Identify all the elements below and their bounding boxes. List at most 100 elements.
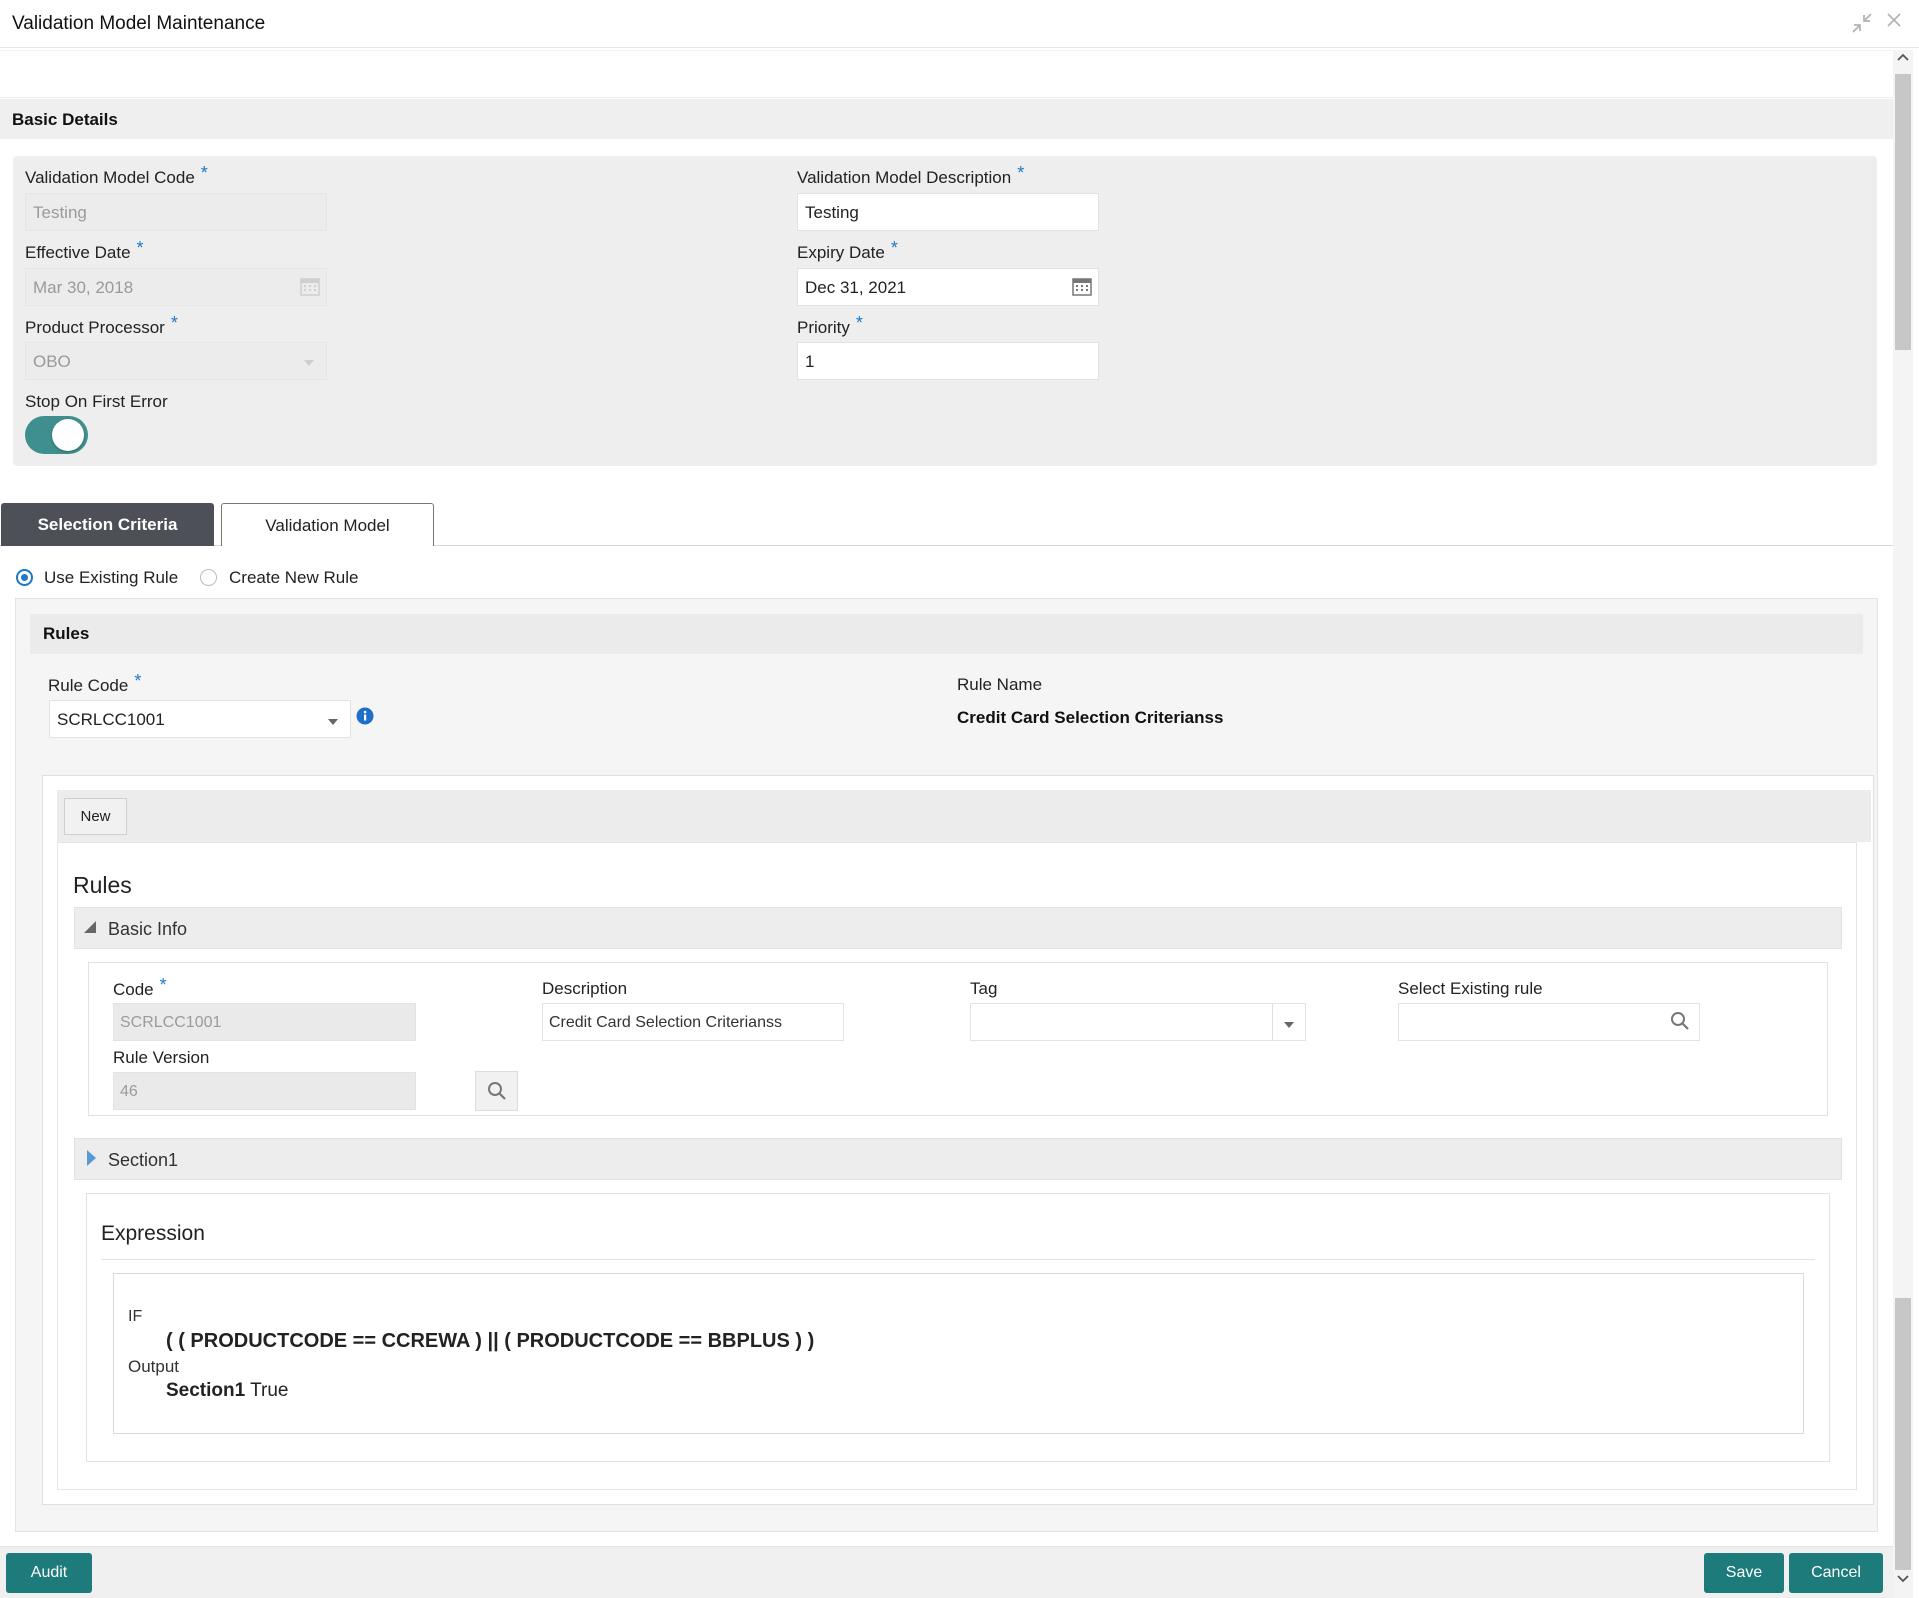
create-new-rule-radio[interactable] xyxy=(200,569,217,586)
basic-details-header xyxy=(0,99,1893,139)
priority-value: 1 xyxy=(805,352,815,371)
product-processor-select: OBO xyxy=(25,342,327,380)
new-toolbar xyxy=(57,790,1871,842)
audit-button[interactable]: Audit xyxy=(6,1553,92,1593)
window-title: Validation Model Maintenance xyxy=(12,13,266,34)
tab-validation-model[interactable]: Validation Model xyxy=(221,503,434,546)
expression-condition: ( ( PRODUCTCODE == CCREWA ) || ( PRODUCT… xyxy=(166,1330,815,1352)
description-value: Credit Card Selection Criterianss xyxy=(549,1014,782,1031)
effective-date-label: Effective Date * xyxy=(25,238,144,263)
stop-on-first-error-label: Stop On First Error xyxy=(25,392,168,411)
expression-output: Section1 True xyxy=(166,1380,289,1402)
rules-card-title: Rules xyxy=(73,872,132,898)
priority-label: Priority * xyxy=(797,313,863,338)
code-label-text: Code xyxy=(113,980,154,999)
create-new-rule-label[interactable]: Create New Rule xyxy=(229,568,358,588)
effective-date-label-text: Effective Date xyxy=(25,243,131,262)
effective-date-field: Mar 30, 2018 xyxy=(25,268,327,306)
required-mark: * xyxy=(136,238,144,258)
rule-version-search-button[interactable] xyxy=(475,1071,518,1111)
expression-output-value: True xyxy=(250,1380,289,1401)
tag-label: Tag xyxy=(970,979,998,998)
rule-code-label: Rule Code * xyxy=(48,671,141,696)
section1-accordion[interactable] xyxy=(74,1138,1842,1180)
expiry-date-value: Dec 31, 2021 xyxy=(805,278,907,297)
required-mark: * xyxy=(134,671,142,691)
required-mark: * xyxy=(200,163,208,183)
description-input[interactable]: Credit Card Selection Criterianss xyxy=(542,1003,844,1041)
product-processor-label-text: Product Processor xyxy=(25,318,165,337)
rule-version-field: 46 xyxy=(113,1072,416,1110)
close-icon[interactable] xyxy=(1884,10,1906,32)
save-button[interactable]: Save xyxy=(1704,1553,1784,1593)
validation-model-code-label: Validation Model Code * xyxy=(25,163,208,188)
priority-input[interactable]: 1 xyxy=(797,342,1099,380)
code-field: SCRLCC1001 xyxy=(113,1003,416,1041)
info-icon[interactable] xyxy=(356,707,374,730)
select-existing-rule-input[interactable] xyxy=(1398,1003,1700,1041)
rule-code-select[interactable]: SCRLCC1001 xyxy=(49,700,351,738)
required-mark: * xyxy=(890,238,898,258)
search-icon[interactable] xyxy=(1670,1011,1690,1036)
top-strip xyxy=(0,50,1893,98)
scrollbar-thumb[interactable] xyxy=(1895,74,1911,350)
footer-bar xyxy=(0,1546,1893,1598)
priority-label-text: Priority xyxy=(797,318,850,337)
required-mark: * xyxy=(855,313,863,333)
expression-box xyxy=(113,1273,1804,1434)
validation-model-code-field: Testing xyxy=(25,193,327,231)
basic-info-label[interactable]: Basic Info xyxy=(108,919,187,940)
required-mark: * xyxy=(1017,163,1025,183)
basic-info-accordion[interactable] xyxy=(74,907,1842,949)
validation-model-description-label-text: Validation Model Description xyxy=(797,168,1012,187)
rules-header xyxy=(30,614,1863,654)
use-existing-rule-radio[interactable] xyxy=(16,569,33,586)
chevron-down-icon[interactable] xyxy=(327,714,339,732)
scroll-down-icon[interactable] xyxy=(1893,1572,1913,1594)
expiry-date-label: Expiry Date * xyxy=(797,238,898,263)
rule-version-value: 46 xyxy=(120,1083,138,1100)
scrollbar-track-lower xyxy=(1895,1298,1911,1570)
expand-triangle-icon[interactable] xyxy=(87,1150,96,1166)
expression-if-label: IF xyxy=(128,1308,143,1325)
rule-name-label: Rule Name xyxy=(957,675,1043,694)
cancel-button[interactable]: Cancel xyxy=(1789,1553,1883,1593)
chevron-down-icon xyxy=(303,355,315,373)
description-label: Description xyxy=(542,979,628,998)
effective-date-value: Mar 30, 2018 xyxy=(33,278,134,297)
tab-selection-criteria[interactable]: Selection Criteria xyxy=(1,503,214,546)
validation-model-description-input[interactable]: Testing xyxy=(797,193,1099,231)
expression-title: Expression xyxy=(101,1222,205,1245)
validation-model-description-value: Testing xyxy=(805,203,859,222)
expiry-date-input[interactable]: Dec 31, 2021 xyxy=(797,268,1099,306)
use-existing-rule-label[interactable]: Use Existing Rule xyxy=(44,568,178,588)
title-bar xyxy=(0,0,1919,48)
restore-icon[interactable] xyxy=(1851,12,1873,34)
validation-model-code-value: Testing xyxy=(33,203,87,222)
toggle-knob xyxy=(52,419,84,451)
new-button[interactable]: New xyxy=(64,798,127,835)
code-label: Code * xyxy=(113,975,167,1000)
calendar-icon xyxy=(300,276,320,301)
tag-select[interactable] xyxy=(970,1003,1306,1041)
section1-label[interactable]: Section1 xyxy=(108,1150,178,1171)
code-value: SCRLCC1001 xyxy=(120,1014,222,1031)
product-processor-value: OBO xyxy=(33,352,71,371)
validation-model-description-label: Validation Model Description * xyxy=(797,163,1024,188)
basic-details-title: Basic Details xyxy=(12,110,118,129)
search-icon xyxy=(487,1081,507,1106)
tag-divider xyxy=(1272,1004,1273,1040)
expression-output-name: Section1 xyxy=(166,1380,246,1401)
rule-version-label: Rule Version xyxy=(113,1048,210,1067)
expiry-date-label-text: Expiry Date xyxy=(797,243,885,262)
rule-code-label-text: Rule Code xyxy=(48,676,129,695)
collapse-triangle-icon[interactable] xyxy=(84,921,96,933)
required-mark: * xyxy=(159,975,167,995)
calendar-icon[interactable] xyxy=(1072,276,1092,301)
chevron-down-icon[interactable] xyxy=(1283,1017,1295,1035)
rule-code-value: SCRLCC1001 xyxy=(57,710,165,729)
scroll-up-icon[interactable] xyxy=(1893,50,1913,72)
required-mark: * xyxy=(170,313,178,333)
expression-divider xyxy=(101,1259,1815,1260)
rule-name-value: Credit Card Selection Criterianss xyxy=(957,708,1224,727)
